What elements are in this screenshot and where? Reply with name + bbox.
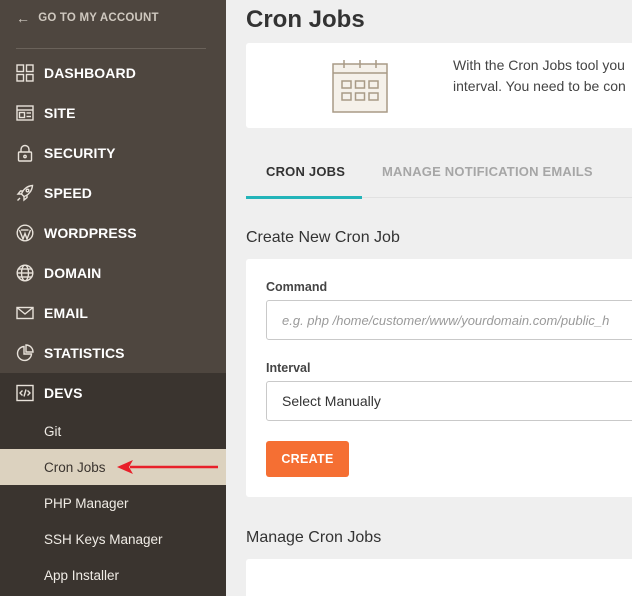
sidebar-item-label: SPEED	[44, 185, 92, 201]
site-icon	[16, 105, 34, 121]
sidebar: ← GO TO MY ACCOUNT DASHBOARD SITE SECURI…	[0, 0, 226, 596]
calendar-icon	[332, 60, 388, 113]
sidebar-item-label: SITE	[44, 105, 76, 121]
sidebar-item-domain[interactable]: DOMAIN	[0, 253, 226, 293]
wordpress-icon	[16, 224, 34, 242]
info-line-2: interval. You need to be con	[453, 78, 626, 94]
sidebar-subitem-git[interactable]: Git	[0, 413, 226, 449]
interval-selected-value: Select Manually	[282, 393, 381, 409]
sidebar-item-statistics[interactable]: STATISTICS	[0, 333, 226, 373]
tab-bar: CRON JOBS MANAGE NOTIFICATION EMAILS	[246, 150, 632, 199]
sidebar-item-label: DOMAIN	[44, 265, 102, 281]
sidebar-subitem-label: SSH Keys Manager	[44, 531, 163, 547]
sidebar-subitem-php-manager[interactable]: PHP Manager	[0, 485, 226, 521]
dashboard-icon	[16, 64, 34, 82]
create-button[interactable]: CREATE	[266, 441, 349, 477]
sidebar-item-speed[interactable]: SPEED	[0, 173, 226, 213]
info-description: With the Cron Jobs tool you interval. Yo…	[453, 55, 632, 97]
sidebar-item-label: DASHBOARD	[44, 65, 136, 81]
sidebar-subitem-label: PHP Manager	[44, 495, 129, 511]
sidebar-item-label: SECURITY	[44, 145, 116, 161]
sidebar-subitem-app-installer[interactable]: App Installer	[0, 557, 226, 593]
interval-label: Interval	[266, 361, 311, 375]
page-title: Cron Jobs	[246, 6, 365, 33]
manage-section-title: Manage Cron Jobs	[246, 529, 382, 546]
globe-icon	[16, 264, 34, 282]
main-content: Cron Jobs With the Cron Jobs tool you in…	[226, 0, 632, 596]
go-to-my-account-label: GO TO MY ACCOUNT	[38, 12, 159, 24]
lock-icon	[17, 144, 33, 162]
sidebar-item-label: EMAIL	[44, 305, 89, 321]
rocket-icon	[16, 184, 34, 202]
sidebar-item-devs[interactable]: DEVS	[0, 373, 226, 413]
sidebar-item-email[interactable]: EMAIL	[0, 293, 226, 333]
active-tab-indicator	[246, 196, 362, 199]
tab-cron-jobs[interactable]: CRON JOBS	[266, 164, 345, 179]
info-card: With the Cron Jobs tool you interval. Yo…	[246, 43, 632, 128]
sidebar-item-dashboard[interactable]: DASHBOARD	[0, 53, 226, 93]
info-line-1: With the Cron Jobs tool you	[453, 57, 625, 73]
sidebar-item-label: DEVS	[44, 385, 83, 401]
pie-chart-icon	[16, 344, 34, 362]
sidebar-item-site[interactable]: SITE	[0, 93, 226, 133]
manage-cron-jobs-card	[246, 559, 632, 596]
arrow-left-icon: ←	[16, 10, 31, 26]
go-to-my-account-link[interactable]: ← GO TO MY ACCOUNT	[16, 10, 159, 26]
code-icon	[16, 384, 34, 402]
sidebar-subitem-ssh-keys-manager[interactable]: SSH Keys Manager	[0, 521, 226, 557]
command-label: Command	[266, 280, 328, 294]
annotation-arrow-icon	[117, 460, 218, 474]
envelope-icon	[16, 306, 34, 320]
sidebar-subitem-label: Git	[44, 423, 62, 439]
command-input[interactable]	[266, 300, 632, 340]
sidebar-item-security[interactable]: SECURITY	[0, 133, 226, 173]
divider	[16, 48, 206, 49]
create-section-title: Create New Cron Job	[246, 229, 400, 246]
sidebar-subitem-label: App Installer	[44, 567, 120, 583]
interval-select[interactable]: Select Manually	[266, 381, 632, 421]
tab-manage-notification-emails[interactable]: MANAGE NOTIFICATION EMAILS	[382, 164, 593, 179]
sidebar-subitem-label: Cron Jobs	[44, 459, 106, 475]
sidebar-item-wordpress[interactable]: WORDPRESS	[0, 213, 226, 253]
create-cron-job-form: Command Interval Select Manually CREATE	[246, 259, 632, 497]
sidebar-item-label: WORDPRESS	[44, 225, 137, 241]
sidebar-item-label: STATISTICS	[44, 345, 125, 361]
